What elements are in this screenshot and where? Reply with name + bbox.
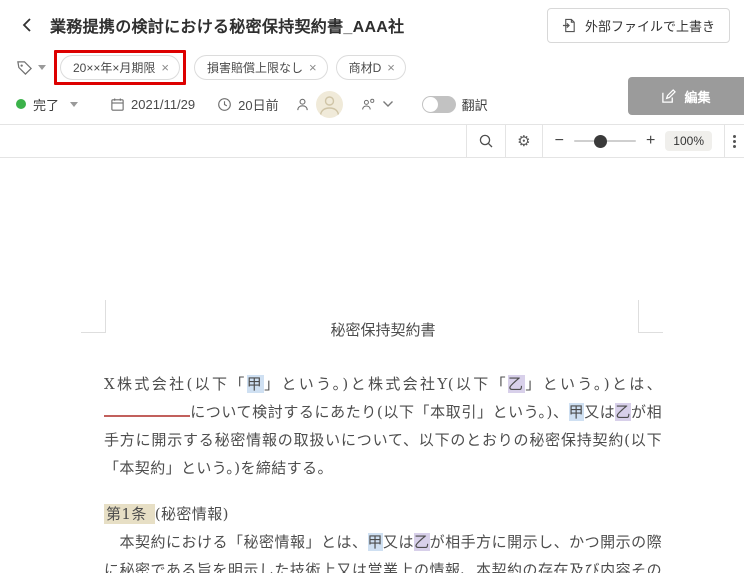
translate-toggle[interactable] xyxy=(421,95,456,113)
tag-menu[interactable] xyxy=(16,59,46,76)
highlighted-term: 乙 xyxy=(615,403,631,421)
zoom-slider[interactable] xyxy=(573,135,636,148)
date-value: 2021/11/29 xyxy=(131,96,196,112)
status-label: 完了 xyxy=(33,97,60,113)
document-viewer: 秘密保持契約書 X株式会社(以下「甲」という。)と株式会社Y(以下「乙」という。… xyxy=(0,206,744,573)
text-segment: 又は xyxy=(383,533,415,551)
toggle-knob xyxy=(422,96,438,112)
calendar-icon xyxy=(111,98,124,111)
tag-label: 商材D xyxy=(348,60,382,75)
text-segment: 又は xyxy=(584,403,616,421)
highlighted-term: 乙 xyxy=(507,375,526,393)
status-dropdown[interactable]: 完了 xyxy=(16,95,79,114)
zoom-level-badge: 100% xyxy=(665,131,712,151)
document-heading: 秘密保持契約書 xyxy=(330,321,436,339)
highlighted-term: 乙 xyxy=(414,533,430,551)
highlighted-term: 第1条 xyxy=(104,504,155,524)
remove-tag-icon[interactable]: × xyxy=(387,61,395,74)
highlighted-term: 甲 xyxy=(568,403,585,421)
zoom-in-button[interactable]: + xyxy=(646,133,655,149)
page-title: 業務提携の検討における秘密保持契約書_AAA社 xyxy=(50,19,405,36)
clock-icon xyxy=(218,97,231,111)
time-ago: 20日前 xyxy=(217,95,279,114)
search-button[interactable] xyxy=(467,125,505,157)
tag-icon xyxy=(17,60,32,75)
text-segment: (秘密情報) xyxy=(154,505,229,523)
page-margin-mark-right xyxy=(638,300,663,333)
avatar-person-icon xyxy=(319,95,339,116)
paragraph-preamble: X株式会社(以下「甲」という。)と株式会社Y(以下「乙」という。)とは、について… xyxy=(104,370,662,482)
annotation-highlight-box: 20××年×月期限 × xyxy=(54,49,186,85)
page-margin-mark-left xyxy=(81,300,106,333)
text-segment: 本契約における「秘密情報」とは、 xyxy=(104,533,368,551)
settings-button[interactable]: ⚙ xyxy=(506,125,541,157)
back-icon[interactable] xyxy=(16,13,40,37)
owner-field[interactable] xyxy=(295,90,343,118)
chevron-down-icon xyxy=(70,101,79,107)
chevron-down-icon xyxy=(382,101,393,107)
text-segment: 」という。)とは、 xyxy=(525,375,662,393)
edit-button[interactable]: 編集 xyxy=(628,77,744,115)
translate-control: 翻訳 xyxy=(421,95,488,114)
search-icon xyxy=(479,134,493,148)
time-ago-value: 20日前 xyxy=(238,97,279,113)
text-segment: について検討するにあたり(以下「本取引」という。)、 xyxy=(190,403,569,421)
header-bar: 業務提携の検討における秘密保持契約書_AAA社 外部ファイルで上書き xyxy=(0,0,744,50)
members-dropdown[interactable] xyxy=(361,97,394,112)
more-options-icon[interactable] xyxy=(725,125,744,157)
tag-product[interactable]: 商材D × xyxy=(335,54,406,80)
translate-label: 翻訳 xyxy=(461,97,488,113)
avatar[interactable] xyxy=(315,90,343,118)
tag-expiry[interactable]: 20××年×月期限 × xyxy=(60,54,180,80)
status-dot xyxy=(16,99,26,109)
chevron-down-icon xyxy=(38,64,46,70)
overwrite-file-button[interactable]: 外部ファイルで上書き xyxy=(546,7,730,43)
person-icon xyxy=(296,98,308,110)
highlighted-term: 甲 xyxy=(367,533,384,551)
document-page: 秘密保持契約書 X株式会社(以下「甲」という。)と株式会社Y(以下「乙」という。… xyxy=(0,206,744,573)
date-field[interactable]: 2021/11/29 xyxy=(110,97,195,112)
viewer-toolbar: ⚙ − + 100% xyxy=(0,124,744,158)
highlighted-term xyxy=(104,402,190,417)
text-segment: X株式会社(以下「 xyxy=(104,375,247,393)
paragraph-article-1-heading: 第1条 (秘密情報) xyxy=(104,500,662,528)
remove-tag-icon[interactable]: × xyxy=(309,61,317,74)
document-body: 秘密保持契約書 X株式会社(以下「甲」という。)と株式会社Y(以下「乙」という。… xyxy=(0,206,744,573)
zoom-controls: − + 100% xyxy=(543,125,724,157)
users-icon xyxy=(361,98,374,110)
paragraph-article-1-body: 本契約における「秘密情報」とは、甲又は乙が相手方に開示し、かつ開示の際に秘密であ… xyxy=(104,528,662,573)
tag-liability[interactable]: 損害賠償上限なし × xyxy=(193,54,328,80)
remove-tag-icon[interactable]: × xyxy=(161,61,169,74)
text-segment: 」という。)と株式会社Y(以下「 xyxy=(264,375,508,393)
edit-pencil-icon xyxy=(662,88,677,103)
edit-button-label: 編集 xyxy=(684,89,711,105)
zoom-out-button[interactable]: − xyxy=(555,133,564,149)
top-chrome: 業務提携の検討における秘密保持契約書_AAA社 外部ファイルで上書き 20××年… xyxy=(0,0,744,158)
file-import-icon xyxy=(562,18,575,32)
zoom-slider-knob[interactable] xyxy=(593,135,607,148)
highlighted-term: 甲 xyxy=(246,375,265,393)
overwrite-file-button-label: 外部ファイルで上書き xyxy=(584,18,715,34)
gear-icon: ⚙ xyxy=(517,132,531,150)
tag-label: 20××年×月期限 xyxy=(73,60,156,75)
tag-label: 損害賠償上限なし xyxy=(206,60,303,75)
